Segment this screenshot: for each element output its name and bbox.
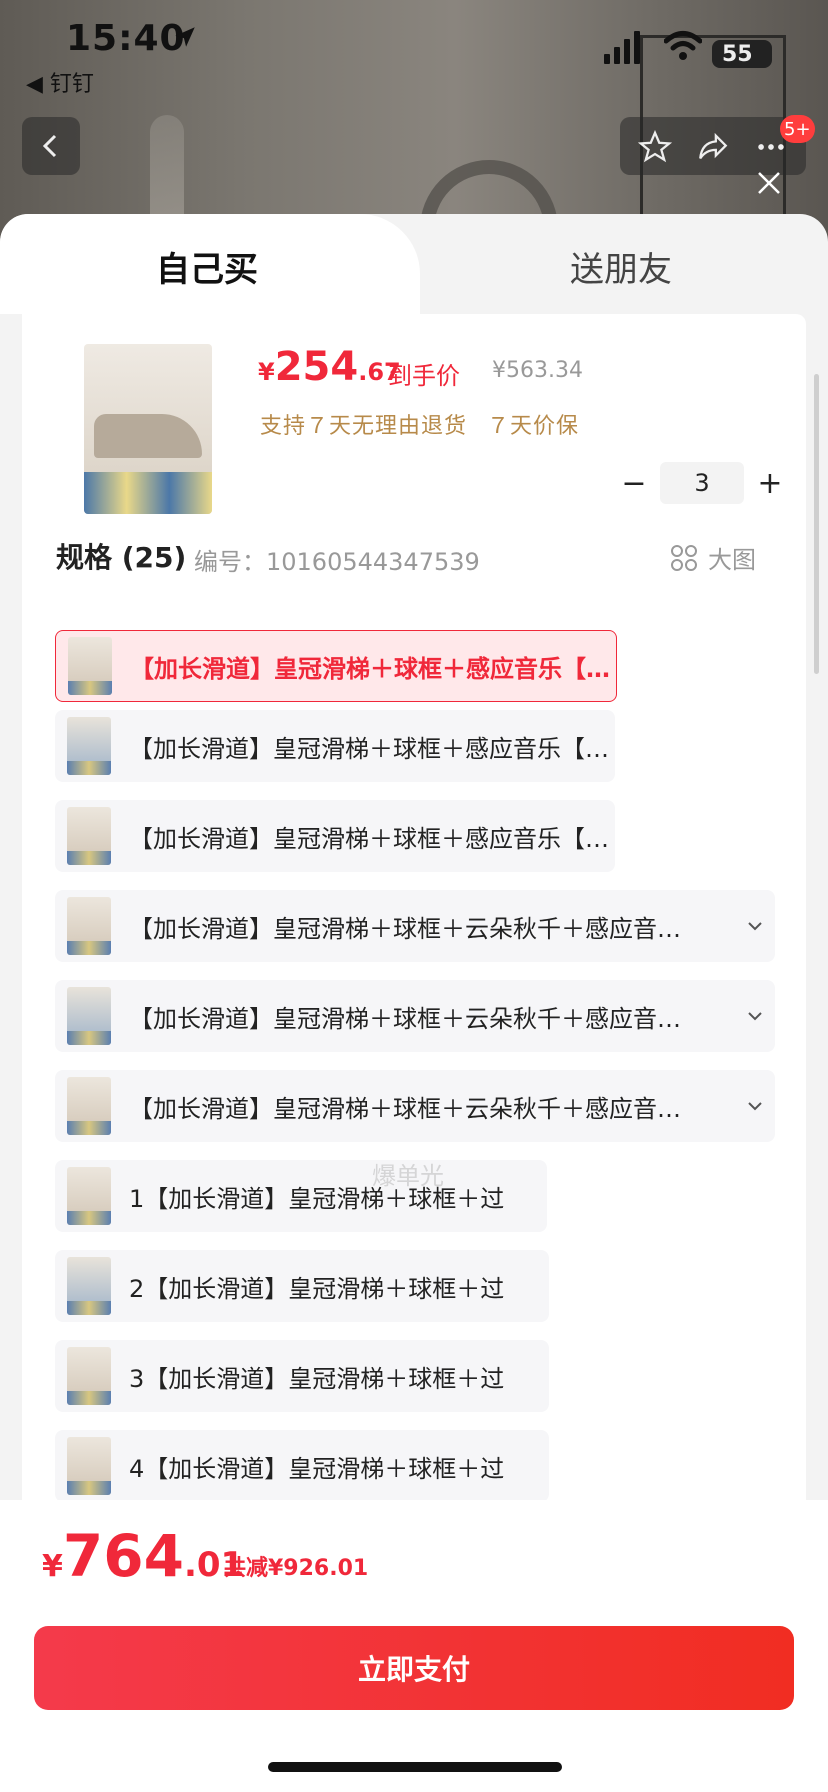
expand-chevron[interactable] bbox=[735, 921, 775, 931]
spec-option[interactable]: 2【加长滑道】皇冠滑梯＋球框＋过 bbox=[55, 1250, 549, 1322]
status-time: 15:40 bbox=[66, 18, 186, 59]
option-thumbnail bbox=[67, 717, 111, 775]
spec-option[interactable]: 【加长滑道】皇冠滑梯＋球框＋云朵秋千＋感应音… bbox=[55, 1070, 775, 1142]
service-guarantees: 支持７天无理由退货 ７天价保 bbox=[260, 408, 599, 440]
location-arrow-icon bbox=[175, 27, 195, 47]
tab-send-friend[interactable]: 送朋友 bbox=[414, 242, 828, 291]
option-label: 【加长滑道】皇冠滑梯＋球框＋云朵秋千＋感应音… bbox=[129, 1094, 681, 1123]
option-label: 1【加长滑道】皇冠滑梯＋球框＋过 bbox=[129, 1184, 505, 1213]
chevron-left-icon bbox=[42, 134, 57, 158]
spec-option[interactable]: 1【加长滑道】皇冠滑梯＋球框＋过 bbox=[55, 1160, 547, 1232]
option-label: 【加长滑道】皇冠滑梯＋球框＋感应音乐【灰白】 bbox=[130, 654, 616, 683]
option-label: 【加长滑道】皇冠滑梯＋球框＋云朵秋千＋感应音… bbox=[129, 1004, 681, 1033]
option-label: 【加长滑道】皇冠滑梯＋球框＋云朵秋千＋感应音… bbox=[129, 914, 681, 943]
final-price-label: 到手价 bbox=[388, 362, 460, 390]
pay-now-button[interactable]: 立即支付 bbox=[34, 1626, 794, 1710]
price-symbol: ¥ bbox=[258, 358, 275, 386]
grid-view-icon bbox=[671, 544, 697, 571]
expand-chevron[interactable] bbox=[735, 1101, 775, 1111]
tab-self-buy[interactable]: 自己买 bbox=[0, 242, 414, 291]
notification-badge: 5+ bbox=[780, 115, 815, 143]
spec-option[interactable]: 3【加长滑道】皇冠滑梯＋球框＋过 bbox=[55, 1340, 549, 1412]
thumbnail-slide-shape bbox=[94, 414, 202, 458]
option-thumbnail bbox=[67, 1257, 111, 1315]
original-price: ¥563.34 bbox=[492, 358, 583, 383]
spec-code: 编号：10160544347539 bbox=[194, 548, 480, 576]
wifi-icon bbox=[664, 31, 702, 60]
star-favorite-icon[interactable] bbox=[638, 130, 672, 164]
purchase-sheet: 自己买 送朋友 ¥254.67 到手价 ¥563.34 支持７天无理由退货 ７天价… bbox=[0, 214, 828, 1792]
price-integer: 254 bbox=[274, 344, 359, 390]
quantity-input[interactable]: 3 bbox=[660, 462, 744, 504]
option-label: 4【加长滑道】皇冠滑梯＋球框＋过 bbox=[129, 1454, 505, 1483]
price-protection: ７天价保 bbox=[487, 414, 580, 439]
chevron-down-icon bbox=[748, 1102, 762, 1111]
savings-text: 共减¥926.01 bbox=[224, 1556, 369, 1581]
total-integer: 764 bbox=[62, 1522, 184, 1590]
thumbnail-strip bbox=[84, 472, 212, 514]
product-thumbnail[interactable] bbox=[84, 344, 212, 514]
option-thumbnail bbox=[67, 1077, 111, 1135]
return-policy: 支持７天无理由退货 bbox=[260, 414, 468, 439]
share-icon[interactable] bbox=[696, 130, 730, 164]
spec-option[interactable]: 4【加长滑道】皇冠滑梯＋球框＋过 bbox=[55, 1430, 549, 1500]
expand-chevron[interactable] bbox=[735, 1011, 775, 1021]
option-thumbnail bbox=[67, 1347, 111, 1405]
spec-option[interactable]: 【加长滑道】皇冠滑梯＋球框＋云朵秋千＋感应音… bbox=[55, 980, 775, 1052]
watermark: 爆单光 bbox=[372, 1162, 444, 1190]
option-label: 2【加长滑道】皇冠滑梯＋球框＋过 bbox=[129, 1274, 505, 1303]
back-to-app-link[interactable]: ◀ 钉钉 bbox=[26, 66, 94, 98]
total-symbol: ¥ bbox=[42, 1549, 63, 1584]
spec-option[interactable]: 【加长滑道】皇冠滑梯＋球框＋云朵秋千＋感应音… bbox=[55, 890, 775, 962]
back-button[interactable] bbox=[22, 117, 80, 175]
option-thumbnail bbox=[67, 987, 111, 1045]
spec-option[interactable]: 【加长滑道】皇冠滑梯＋球框＋感应音乐【蓝黄】 bbox=[55, 710, 615, 782]
quantity-stepper: − 3 + bbox=[608, 462, 796, 504]
home-indicator bbox=[268, 1762, 562, 1772]
scrollbar[interactable] bbox=[814, 374, 819, 674]
cellular-signal-icon bbox=[604, 31, 640, 64]
chevron-down-icon bbox=[748, 922, 762, 931]
close-icon[interactable] bbox=[752, 166, 786, 200]
total-price: ¥764.01 bbox=[42, 1522, 244, 1590]
battery-indicator: 55 bbox=[712, 40, 772, 68]
checkout-footer: ¥764.01 共减¥926.01 立即支付 bbox=[0, 1500, 828, 1792]
status-bar: 15:40 ◀ 钉钉 55 bbox=[0, 0, 828, 100]
option-label: 3【加长滑道】皇冠滑梯＋球框＋过 bbox=[129, 1364, 505, 1393]
increase-button[interactable]: + bbox=[744, 466, 796, 501]
option-thumbnail bbox=[67, 1437, 111, 1495]
decrease-button[interactable]: − bbox=[608, 466, 660, 501]
spec-option[interactable]: 【加长滑道】皇冠滑梯＋球框＋感应音乐【卡其】 bbox=[55, 800, 615, 872]
option-thumbnail bbox=[67, 1167, 111, 1225]
chevron-down-icon bbox=[748, 1012, 762, 1021]
big-view-button[interactable]: 大图 bbox=[670, 540, 756, 575]
current-price: ¥254.67 bbox=[258, 344, 401, 390]
option-thumbnail bbox=[67, 807, 111, 865]
option-thumbnail bbox=[68, 637, 112, 695]
option-label: 【加长滑道】皇冠滑梯＋球框＋感应音乐【卡其】 bbox=[129, 824, 615, 853]
big-view-label: 大图 bbox=[708, 546, 756, 574]
sheet-content: ¥254.67 到手价 ¥563.34 支持７天无理由退货 ７天价保 − 3 + … bbox=[22, 314, 806, 1500]
spec-title: 规格 (25) bbox=[56, 541, 187, 574]
option-thumbnail bbox=[67, 897, 111, 955]
option-label: 【加长滑道】皇冠滑梯＋球框＋感应音乐【蓝黄】 bbox=[129, 734, 615, 763]
spec-option[interactable]: 【加长滑道】皇冠滑梯＋球框＋感应音乐【灰白】 bbox=[55, 630, 617, 702]
